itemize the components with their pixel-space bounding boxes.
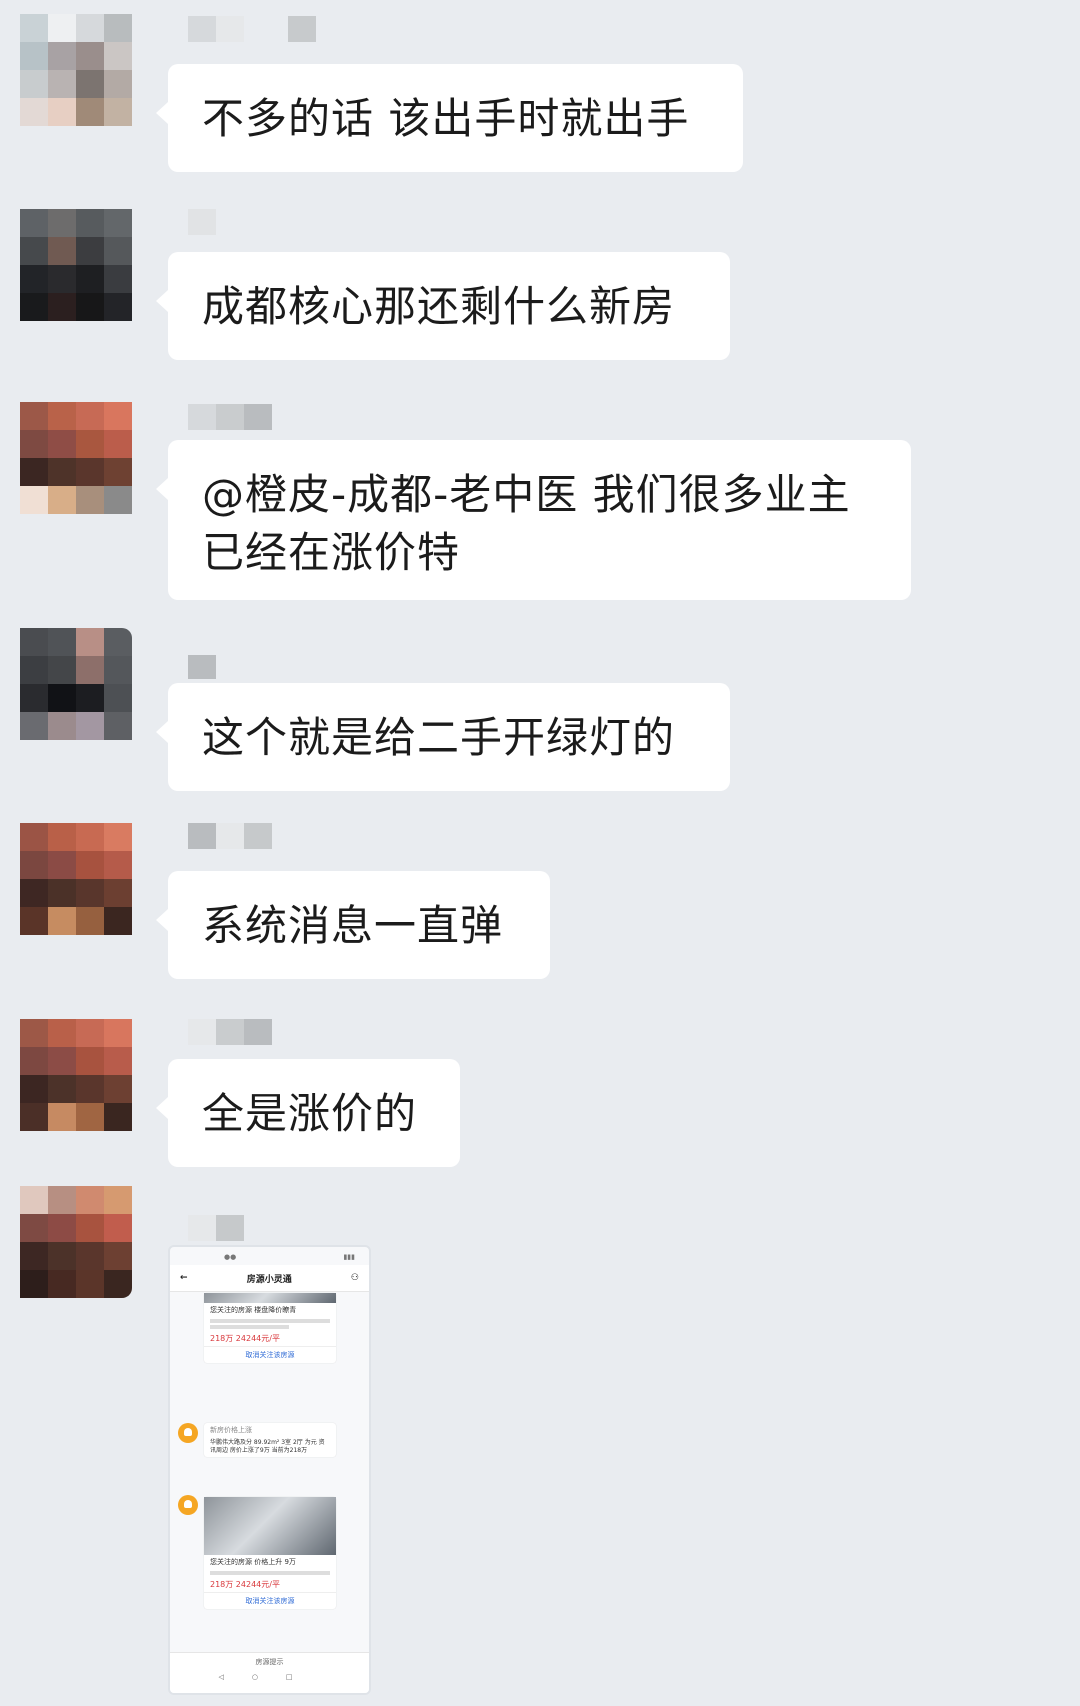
bell-icon: [178, 1423, 198, 1443]
card-title: 新房价格上涨: [210, 1426, 252, 1434]
avatar[interactable]: [20, 628, 132, 740]
screenshot-footer: 房源提示 ◁○□: [170, 1652, 369, 1693]
avatar[interactable]: [20, 1019, 132, 1131]
person-icon: ⚇: [350, 1273, 359, 1283]
sender-name: [188, 823, 272, 849]
sender-name: [188, 209, 216, 235]
message-bubble[interactable]: 成都核心那还剩什么新房: [156, 252, 730, 360]
nav-buttons-icon: ◁○□: [218, 1673, 321, 1681]
message-text: 系统消息一直弹: [202, 901, 504, 950]
card-price: 218万 24244元/平: [210, 1334, 280, 1343]
avatar[interactable]: [20, 14, 132, 126]
message-text: 不多的话 该出手时就出手: [202, 94, 690, 143]
back-arrow-icon: ←: [180, 1273, 188, 1283]
notice-card: 新房价格上涨 华鹏伟大路及分 89.92m² 3室 2厅 为元 资讯周边 房价上…: [204, 1423, 336, 1457]
avatar[interactable]: [20, 1186, 132, 1298]
message-bubble[interactable]: @橙皮-成都-老中医 我们很多业主已经在涨价特: [156, 440, 911, 600]
card-price: 218万 24244元/平: [210, 1580, 280, 1589]
message-text: 这个就是给二手开绿灯的: [202, 713, 676, 762]
sender-name: [188, 655, 216, 681]
message-bubble[interactable]: 不多的话 该出手时就出手: [156, 64, 743, 172]
bell-icon: [178, 1495, 198, 1515]
message-bubble[interactable]: 这个就是给二手开绿灯的: [156, 683, 730, 791]
sender-name: [188, 1215, 244, 1241]
sender-name: [188, 404, 272, 430]
card-title: 您关注的房源 楼盘降价瞭青: [210, 1306, 297, 1314]
unfollow-link: 取消关注该房源: [204, 1346, 336, 1363]
unfollow-link: 取消关注该房源: [204, 1592, 336, 1609]
avatar[interactable]: [20, 209, 132, 321]
message-bubble[interactable]: 全是涨价的: [156, 1059, 460, 1167]
status-bar: ●● ▮▮▮: [224, 1253, 355, 1261]
sender-name: [188, 16, 316, 42]
message-text: @橙皮-成都-老中医 我们很多业主已经在涨价特: [202, 470, 851, 577]
sender-name: [188, 1019, 272, 1045]
screenshot-title-bar: ← 房源小灵通 ⚇: [170, 1265, 369, 1292]
card-body: 华鹏伟大路及分 89.92m² 3室 2厅 为元 资讯周边 房价上涨了9万 当前…: [210, 1439, 325, 1454]
card-title: 您关注的房源 价格上升 9万: [210, 1558, 296, 1566]
screenshot-title: 房源小灵通: [246, 1274, 292, 1285]
message-bubble[interactable]: 系统消息一直弹: [156, 871, 550, 979]
shared-screenshot[interactable]: ●● ▮▮▮ ← 房源小灵通 ⚇ 您关注的房源 楼盘降价瞭青 218万 24244…: [168, 1245, 371, 1695]
footer-text: 房源提示: [255, 1658, 284, 1666]
listing-card: 您关注的房源 价格上升 9万 218万 24244元/平 取消关注该房源: [204, 1497, 336, 1609]
message-text: 成都核心那还剩什么新房: [202, 282, 676, 331]
listing-photo: [204, 1497, 336, 1555]
message-text: 全是涨价的: [202, 1089, 418, 1138]
avatar[interactable]: [20, 402, 132, 514]
avatar[interactable]: [20, 823, 132, 935]
listing-card: 您关注的房源 楼盘降价瞭青 218万 24244元/平 取消关注该房源: [204, 1293, 336, 1363]
